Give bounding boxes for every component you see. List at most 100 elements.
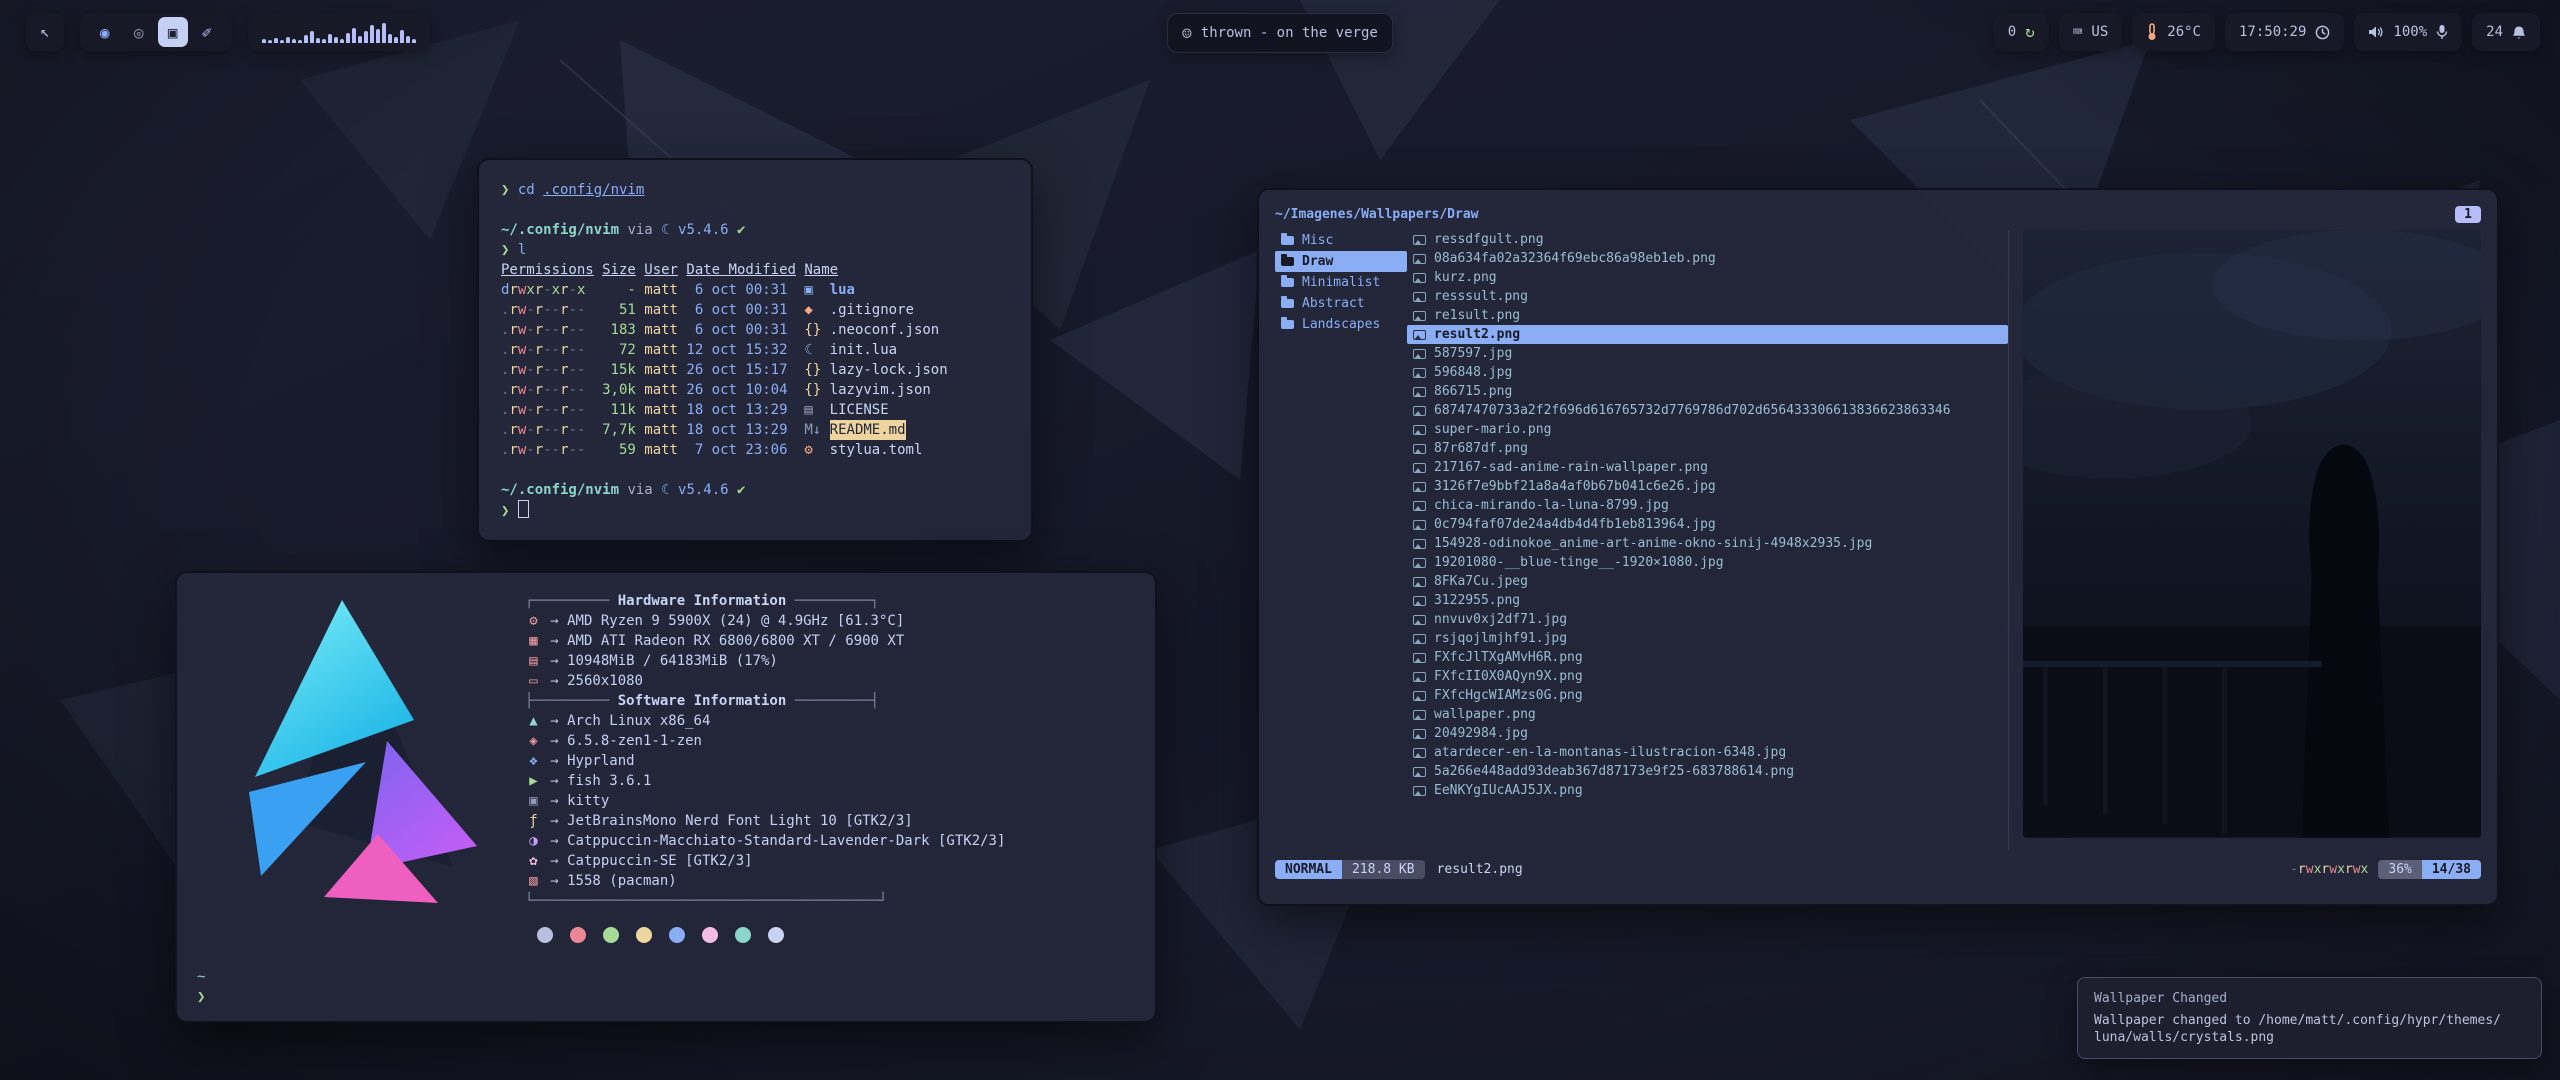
file-size: 15k — [594, 360, 636, 380]
folder-icon — [1281, 278, 1294, 287]
permissions: .rw-r--r-- — [501, 380, 594, 400]
prompt-symbol: ❯ — [197, 989, 205, 1005]
browser-icon[interactable]: ◉ — [90, 17, 120, 47]
sidebar-folder[interactable]: Abstract — [1275, 293, 1407, 314]
updates-module[interactable]: 0 ↻ — [1994, 13, 2049, 51]
file-list-item[interactable]: 68747470733a2f2f696d616765732d7769786d70… — [1407, 401, 2008, 420]
folder-icon — [1281, 299, 1294, 308]
file-date: 12 oct 15:32 — [686, 340, 796, 360]
file-list-item[interactable]: resssult.png — [1407, 287, 2008, 306]
file-owner: matt — [644, 380, 678, 400]
cursor-position-badge: 14/38 — [2422, 860, 2481, 879]
launcher-arrow-icon: ↖ — [40, 24, 50, 40]
volume-module[interactable]: 100% — [2354, 13, 2462, 51]
file-list-item[interactable]: 08a634fa02a32364f69ebc86a98eb1eb.png — [1407, 249, 2008, 268]
file-name: FXfcII0X0AQyn9X.png — [1434, 669, 1583, 684]
terminal-window[interactable]: ❯cd.config/nvim ~/.config/nvimvia☾v5.4.6… — [477, 158, 1033, 542]
file-list-item[interactable]: 596848.jpg — [1407, 363, 2008, 382]
file-list-item[interactable]: 587597.jpg — [1407, 344, 2008, 363]
folder-name: Minimalist — [1302, 275, 1380, 290]
file-list-item[interactable]: 154928-odinokoe_anime-art-anime-okno-sin… — [1407, 534, 2008, 553]
visualizer-bar — [376, 29, 380, 43]
breadcrumb-path[interactable]: ~/Imagenes/Wallpapers/Draw — [1275, 207, 1479, 222]
file-list-item[interactable]: EeNKYgIUcAAJ5JX.png — [1407, 781, 2008, 800]
permissions: .rw-r--r-- — [501, 340, 594, 360]
sidebar-folder[interactable]: Landscapes — [1275, 314, 1407, 335]
file-permissions: -rwxrwxrwx — [2290, 862, 2368, 877]
shell-prompt[interactable]: ~ ❯ — [197, 967, 205, 1007]
command-arg: .config/nvim — [543, 182, 644, 198]
file-list-item[interactable]: FXfcII0X0AQyn9X.png — [1407, 667, 2008, 686]
notifications-module[interactable]: 24 — [2472, 13, 2540, 51]
info-value: AMD Ryzen 9 5900X (24) @ 4.9GHz [61.3°C] — [567, 611, 904, 631]
file-name: wallpaper.png — [1434, 707, 1536, 722]
disc-icon[interactable]: ◎ — [124, 17, 154, 47]
folder-icon — [1281, 257, 1294, 266]
image-file-icon — [1413, 710, 1426, 720]
info-icon: ✿ — [525, 851, 542, 871]
visualizer-bar — [322, 39, 326, 43]
file-list-item[interactable]: result2.png — [1407, 325, 2008, 344]
file-list-item[interactable]: chica-mirando-la-luna-8799.jpg — [1407, 496, 2008, 515]
file-list-item[interactable]: atardecer-en-la-montanas-ilustracion-634… — [1407, 743, 2008, 762]
file-list-item[interactable]: FXfcHgcWIAMzs0G.png — [1407, 686, 2008, 705]
visualizer-bar — [262, 39, 266, 43]
file-date: 6 oct 00:31 — [686, 320, 796, 340]
file-manager-window[interactable]: ~/Imagenes/Wallpapers/Draw 1 Misc Draw M… — [1257, 188, 2499, 906]
input-line[interactable]: ❯ — [501, 500, 1009, 520]
file-list-item[interactable]: nnvuv0xj2df71.jpg — [1407, 610, 2008, 629]
notification-popup[interactable]: Wallpaper Changed Wallpaper changed to /… — [2077, 977, 2542, 1059]
arrow-icon: → — [550, 731, 558, 751]
file-list-item[interactable]: 20492984.jpg — [1407, 724, 2008, 743]
image-file-icon — [1413, 425, 1426, 435]
folder-name: Draw — [1302, 254, 1333, 269]
image-file-icon — [1413, 254, 1426, 264]
command-line: ❯l — [501, 240, 1009, 260]
file-list-item[interactable]: 87r687df.png — [1407, 439, 2008, 458]
topbar-left: ↖ ◉ ◎ ▣ ✐ — [26, 13, 430, 51]
file-list-item[interactable]: 217167-sad-anime-rain-wallpaper.png — [1407, 458, 2008, 477]
file-list-item[interactable]: 3126f7e9bbf21a8a4af0b67b041c6e26.jpg — [1407, 477, 2008, 496]
image-file-icon — [1413, 387, 1426, 397]
image-file-icon — [1413, 767, 1426, 777]
file-name: lazyvim.json — [830, 380, 931, 400]
sidebar-folder[interactable]: Misc — [1275, 230, 1407, 251]
music-widget[interactable]: ☺ thrown - on the verge — [1167, 13, 1393, 53]
file-row: .rw-r--r--59matt 7 oct 23:06⚙stylua.toml — [501, 440, 1009, 460]
file-list-item[interactable]: FXfcJlTXgAMvH6R.png — [1407, 648, 2008, 667]
file-list-item[interactable]: wallpaper.png — [1407, 705, 2008, 724]
updates-count: 0 — [2008, 24, 2016, 40]
info-icon: ▦ — [525, 631, 542, 651]
file-list-item[interactable]: 3122955.png — [1407, 591, 2008, 610]
file-list-item[interactable]: 19201080-__blue-tinge__-1920×1080.jpg — [1407, 553, 2008, 572]
info-icon: ▣ — [525, 791, 542, 811]
visualizer-bar — [370, 25, 374, 43]
starship-prompt-line: ~/.config/nvimvia☾v5.4.6✔ — [501, 480, 1009, 500]
file-list-item[interactable]: 0c794faf07de24a4db4d4fb1eb813964.jpg — [1407, 515, 2008, 534]
permissions: .rw-r--r-- — [501, 420, 594, 440]
pen-icon[interactable]: ✐ — [192, 17, 222, 47]
file-list-item[interactable]: 866715.png — [1407, 382, 2008, 401]
status-bar: NORMAL 218.8 KB result2.png -rwxrwxrwx 3… — [1275, 856, 2481, 882]
clock-module[interactable]: 17:50:29 — [2225, 13, 2344, 51]
file-list-item[interactable]: re1sult.png — [1407, 306, 2008, 325]
tab-badge[interactable]: 1 — [2455, 206, 2481, 223]
sidebar-folder[interactable]: Draw — [1275, 251, 1407, 272]
info-row: ◑→Catppuccin-Macchiato-Standard-Lavender… — [525, 831, 1137, 851]
fetch-window[interactable]: ┌─────────Hardware Information─────────┐… — [175, 571, 1157, 1023]
file-name: result2.png — [1434, 327, 1520, 342]
files-icon[interactable]: ▣ — [158, 17, 188, 47]
launcher-module[interactable]: ↖ — [26, 13, 64, 51]
temperature-module[interactable]: 26°C — [2132, 13, 2215, 51]
keyboard-layout-module[interactable]: ⌨ US — [2059, 13, 2123, 51]
file-list-item[interactable]: super-mario.png — [1407, 420, 2008, 439]
file-list-item[interactable]: ressdfgult.png — [1407, 230, 2008, 249]
file-list-item[interactable]: kurz.png — [1407, 268, 2008, 287]
preview-pane — [2008, 230, 2481, 850]
file-list-item[interactable]: rsjqojlmjhf91.jpg — [1407, 629, 2008, 648]
file-list-item[interactable]: 5a266e448add93deab367d87173e9f25-6837886… — [1407, 762, 2008, 781]
file-list-item[interactable]: 8FKa7Cu.jpeg — [1407, 572, 2008, 591]
image-file-icon — [1413, 577, 1426, 587]
sidebar-folder[interactable]: Minimalist — [1275, 272, 1407, 293]
visualizer-bar — [334, 37, 338, 43]
